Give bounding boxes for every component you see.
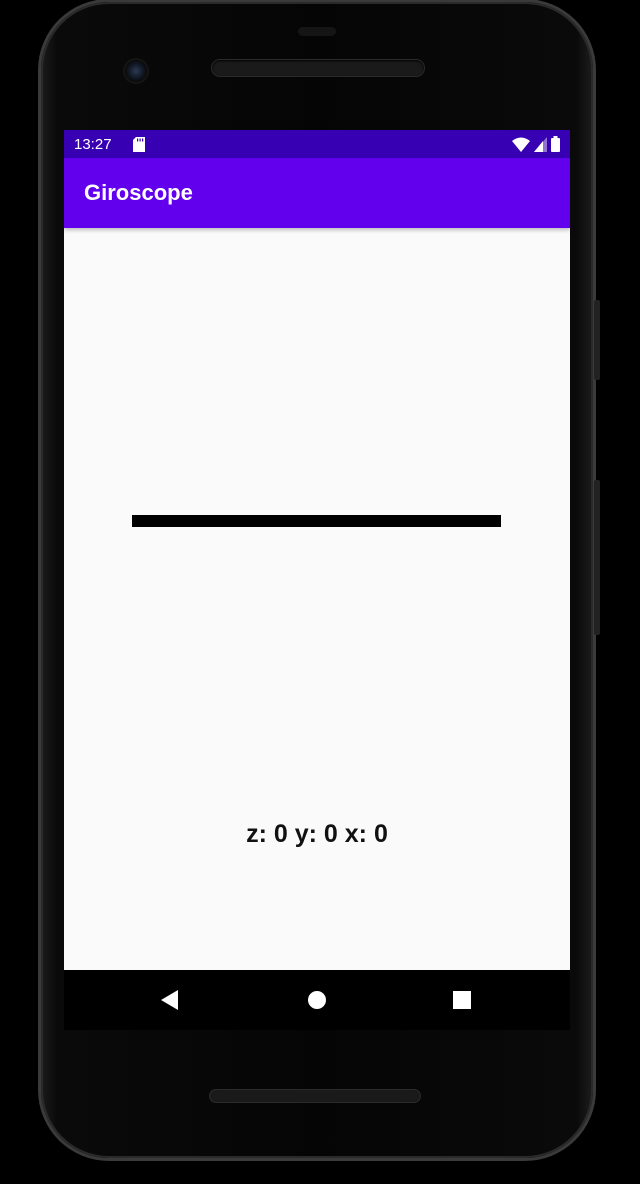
- earpiece-speaker: [212, 60, 424, 76]
- gyroscope-readout: z: 0 y: 0 x: 0: [246, 820, 388, 848]
- status-bar: 13:27: [64, 130, 570, 158]
- front-camera-icon: [125, 60, 147, 82]
- home-icon[interactable]: [305, 988, 329, 1012]
- sd-card-icon: [133, 137, 145, 152]
- app-title: Giroscope: [84, 180, 193, 205]
- horizon-line: [132, 515, 501, 527]
- cell-signal-icon: [534, 136, 547, 152]
- wifi-icon: [512, 137, 530, 152]
- top-sensor: [298, 27, 336, 36]
- battery-icon: [551, 136, 560, 152]
- volume-button: [594, 480, 600, 635]
- bottom-speaker: [210, 1090, 420, 1102]
- app-bar: Giroscope: [64, 158, 570, 228]
- status-icons: [512, 136, 560, 152]
- status-time: 13:27: [74, 136, 112, 153]
- back-icon[interactable]: [158, 988, 182, 1012]
- power-button: [594, 300, 600, 380]
- navigation-bar: [64, 970, 570, 1030]
- screen: 13:27 Giroscope z: 0 y: 0 x: 0: [64, 130, 570, 970]
- recents-icon[interactable]: [450, 988, 474, 1012]
